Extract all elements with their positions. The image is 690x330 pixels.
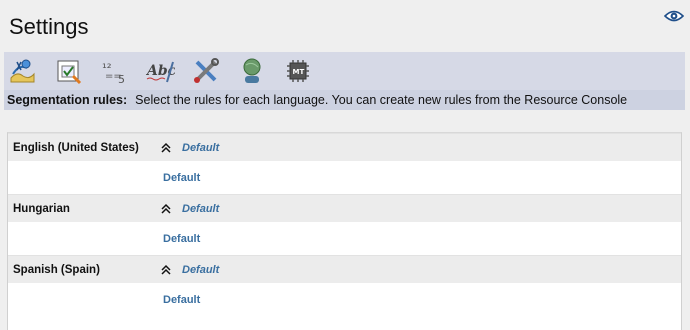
eye-icon[interactable] bbox=[664, 9, 684, 23]
selected-rule-link[interactable]: Default bbox=[182, 142, 219, 154]
tools-icon[interactable] bbox=[191, 56, 221, 86]
chevron-up-icon[interactable] bbox=[160, 263, 180, 277]
language-row-english: English (United States) Default bbox=[8, 133, 681, 161]
selected-rule-link[interactable]: Default bbox=[182, 203, 219, 215]
segmentation-rules-description: Select the rules for each language. You … bbox=[135, 93, 628, 107]
language-rules-panel: English (United States) Default Default … bbox=[7, 132, 682, 330]
globe-person-icon[interactable] bbox=[237, 56, 267, 86]
svg-text:5: 5 bbox=[118, 73, 125, 86]
segmentation-rules-bar: Segmentation rules: Select the rules for… bbox=[4, 90, 685, 110]
language-name: Hungarian bbox=[13, 202, 70, 215]
spellcheck-icon[interactable]: Abc bbox=[145, 56, 175, 86]
selected-rule-link[interactable]: Default bbox=[182, 264, 219, 276]
segmentation-rules-label: Segmentation rules: bbox=[7, 93, 128, 107]
chevron-up-icon[interactable] bbox=[160, 141, 180, 155]
rule-option-link[interactable]: Default bbox=[163, 172, 200, 184]
language-row-spanish: Spanish (Spain) Default bbox=[8, 255, 681, 283]
rule-option-row: Default bbox=[8, 161, 681, 194]
rule-option-row: Default bbox=[8, 283, 681, 316]
svg-text:MT: MT bbox=[293, 68, 305, 76]
rule-option-row: Default bbox=[8, 222, 681, 255]
language-row-hungarian: Hungarian Default bbox=[8, 194, 681, 222]
chevron-up-icon[interactable] bbox=[160, 202, 180, 216]
mt-chip-icon[interactable]: MT bbox=[283, 56, 313, 86]
rule-option-link[interactable]: Default bbox=[163, 294, 200, 306]
language-name: Spanish (Spain) bbox=[13, 263, 100, 276]
language-map-icon[interactable] bbox=[7, 56, 37, 86]
checklist-icon[interactable] bbox=[53, 56, 83, 86]
numbering-icon[interactable]: ¹² == 5 bbox=[99, 56, 129, 86]
rule-option-link[interactable]: Default bbox=[163, 233, 200, 245]
language-name: English (United States) bbox=[13, 141, 139, 154]
toolbar: ¹² == 5 Abc MT bbox=[4, 52, 685, 90]
page-title: Settings bbox=[9, 14, 89, 39]
